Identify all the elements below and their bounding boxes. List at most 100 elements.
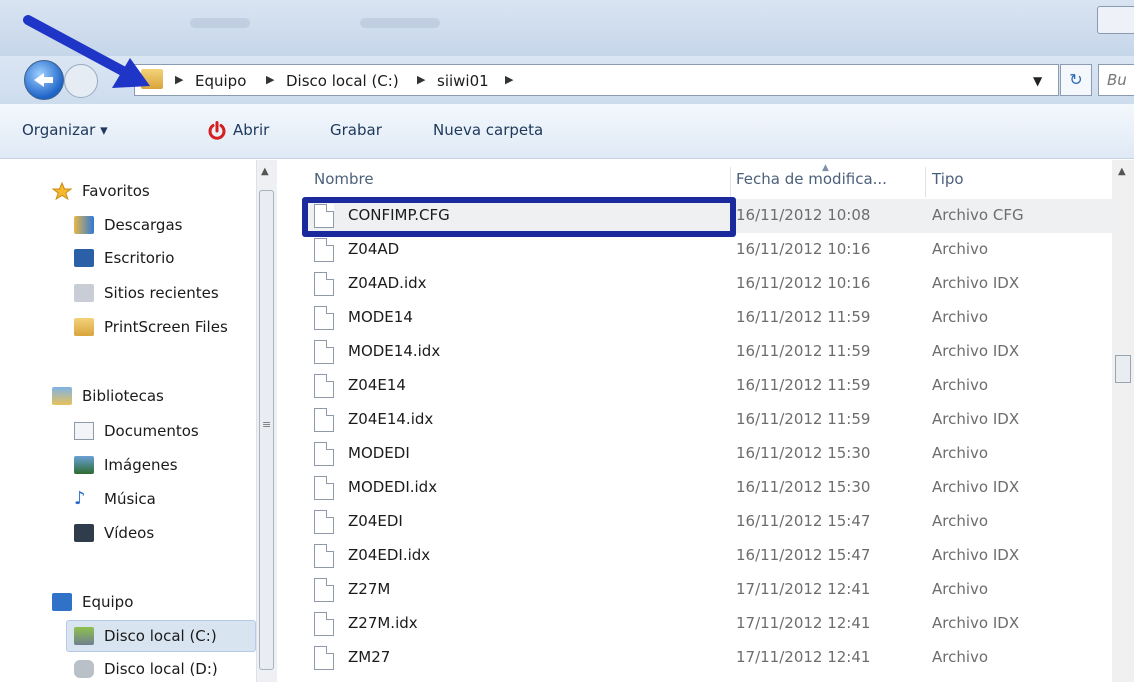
- table-row[interactable]: MODEDI.idx 16/11/2012 15:30 Archivo IDX: [302, 471, 1112, 505]
- file-name: Z04AD.idx: [348, 274, 427, 292]
- breadcrumb-separator-icon[interactable]: ▶: [417, 73, 425, 86]
- file-date: 16/11/2012 11:59: [736, 342, 871, 360]
- refresh-button[interactable]: ↻: [1060, 64, 1092, 96]
- file-name: MODE14: [348, 308, 413, 326]
- breadcrumb-disco-c[interactable]: Disco local (C:): [286, 72, 399, 90]
- nav-label: Bibliotecas: [82, 387, 164, 405]
- file-icon: [314, 408, 334, 432]
- desktop-icon: [74, 249, 94, 267]
- file-icon: [314, 340, 334, 364]
- file-name: Z04E14: [348, 376, 406, 394]
- downloads-folder-icon: [74, 216, 94, 234]
- scroll-up-icon[interactable]: ▲: [1118, 166, 1126, 177]
- column-divider[interactable]: [925, 167, 926, 197]
- file-icon: [314, 306, 334, 330]
- file-name: MODE14.idx: [348, 342, 441, 360]
- file-name: Z27M.idx: [348, 614, 418, 632]
- breadcrumb-equipo[interactable]: Equipo: [195, 72, 246, 90]
- table-row[interactable]: Z04E14 16/11/2012 11:59 Archivo: [302, 369, 1112, 403]
- star-icon: [52, 182, 72, 200]
- file-type: Archivo: [932, 240, 989, 258]
- file-date: 17/11/2012 12:41: [736, 580, 871, 598]
- file-type: Archivo IDX: [932, 478, 1020, 496]
- table-row[interactable]: MODE14.idx 16/11/2012 11:59 Archivo IDX: [302, 335, 1112, 369]
- file-list: ▲ Nombre Fecha de modifica... Tipo CONFI…: [282, 159, 1112, 682]
- window-control-button[interactable]: [1097, 6, 1134, 34]
- file-date: 17/11/2012 12:41: [736, 614, 871, 632]
- splitter-grip-icon[interactable]: ≡: [262, 418, 271, 431]
- search-placeholder: Bu: [1107, 71, 1127, 89]
- file-list-scrollbar[interactable]: ▲: [1112, 160, 1134, 682]
- table-row[interactable]: Z27M 17/11/2012 12:41 Archivo: [302, 573, 1112, 607]
- table-row[interactable]: Z04AD 16/11/2012 10:16 Archivo: [302, 233, 1112, 267]
- nav-label: Vídeos: [104, 524, 155, 542]
- file-name: ZM27: [348, 648, 391, 666]
- recent-places-icon: [74, 284, 94, 302]
- file-type: Archivo: [932, 308, 989, 326]
- file-date: 16/11/2012 10:16: [736, 274, 871, 292]
- nav-scrollbar[interactable]: ▲ ≡: [256, 160, 277, 682]
- table-row[interactable]: MODEDI 16/11/2012 15:30 Archivo: [302, 437, 1112, 471]
- file-date: 16/11/2012 11:59: [736, 308, 871, 326]
- file-icon: [314, 442, 334, 466]
- nav-disk-c[interactable]: Disco local (C:): [66, 620, 256, 652]
- table-row[interactable]: Z27M.idx 17/11/2012 12:41 Archivo IDX: [302, 607, 1112, 641]
- nav-label: Escritorio: [104, 249, 175, 267]
- address-bar[interactable]: ▶ Equipo ▶ Disco local (C:) ▶ siiwi01 ▶ …: [134, 64, 1059, 96]
- table-row[interactable]: Z04EDI.idx 16/11/2012 15:47 Archivo IDX: [302, 539, 1112, 573]
- computer-icon: [52, 593, 72, 611]
- breadcrumb-siiwi01[interactable]: siiwi01: [437, 72, 489, 90]
- new-folder-button[interactable]: Nueva carpeta: [433, 121, 543, 139]
- file-type: Archivo: [932, 376, 989, 394]
- file-date: 16/11/2012 15:47: [736, 546, 871, 564]
- file-icon: [314, 510, 334, 534]
- file-type: Archivo: [932, 444, 989, 462]
- file-icon: [314, 612, 334, 636]
- breadcrumb-separator-icon[interactable]: ▶: [266, 73, 274, 86]
- file-date: 16/11/2012 15:47: [736, 512, 871, 530]
- breadcrumb-separator-icon[interactable]: ▶: [505, 73, 513, 86]
- blurred-title-fragment: [190, 18, 250, 28]
- file-date: 16/11/2012 15:30: [736, 444, 871, 462]
- table-row[interactable]: Z04E14.idx 16/11/2012 11:59 Archivo IDX: [302, 403, 1112, 437]
- file-icon: [314, 238, 334, 262]
- column-header-name[interactable]: Nombre: [314, 170, 374, 188]
- burn-button[interactable]: Grabar: [330, 121, 382, 139]
- table-row[interactable]: ZM27 17/11/2012 12:41 Archivo: [302, 641, 1112, 675]
- file-icon: [314, 578, 334, 602]
- organize-menu-button[interactable]: Organizar ▾: [22, 121, 108, 139]
- navigation-pane: Favoritos Descargas Escritorio Sitios re…: [0, 159, 280, 682]
- file-name: MODEDI.idx: [348, 478, 438, 496]
- file-date: 16/11/2012 15:30: [736, 478, 871, 496]
- music-note-icon: ♪: [74, 488, 86, 509]
- table-row[interactable]: MODE14 16/11/2012 11:59 Archivo: [302, 301, 1112, 335]
- open-button[interactable]: Abrir: [233, 121, 269, 139]
- file-name: Z04AD: [348, 240, 400, 258]
- nav-label: Favoritos: [82, 182, 150, 200]
- annotation-arrow-icon: [23, 15, 150, 88]
- file-date: 16/11/2012 10:08: [736, 206, 871, 224]
- table-row[interactable]: Z04EDI 16/11/2012 15:47 Archivo: [302, 505, 1112, 539]
- file-type: Archivo CFG: [932, 206, 1024, 224]
- nav-label: Disco local (D:): [104, 660, 218, 678]
- local-disk-d-icon: [74, 660, 94, 678]
- file-date: 16/11/2012 11:59: [736, 376, 871, 394]
- file-icon: [314, 476, 334, 500]
- search-input[interactable]: Bu: [1098, 64, 1134, 96]
- film-icon: [74, 524, 94, 542]
- nav-label: Descargas: [104, 216, 183, 234]
- local-disk-c-icon: [74, 627, 94, 645]
- file-icon: [314, 272, 334, 296]
- power-icon[interactable]: [207, 121, 227, 141]
- column-divider[interactable]: [730, 167, 731, 197]
- scroll-up-icon[interactable]: ▲: [261, 166, 269, 177]
- table-row[interactable]: Z04AD.idx 16/11/2012 10:16 Archivo IDX: [302, 267, 1112, 301]
- nav-label: Sitios recientes: [104, 284, 219, 302]
- file-date: 17/11/2012 12:41: [736, 648, 871, 666]
- address-dropdown-icon[interactable]: ▼: [1033, 74, 1042, 88]
- file-list-scroll-thumb[interactable]: [1115, 355, 1131, 383]
- column-header-type[interactable]: Tipo: [932, 170, 964, 188]
- file-name: Z04EDI: [348, 512, 403, 530]
- file-type: Archivo IDX: [932, 342, 1020, 360]
- column-header-date[interactable]: Fecha de modifica...: [736, 170, 887, 188]
